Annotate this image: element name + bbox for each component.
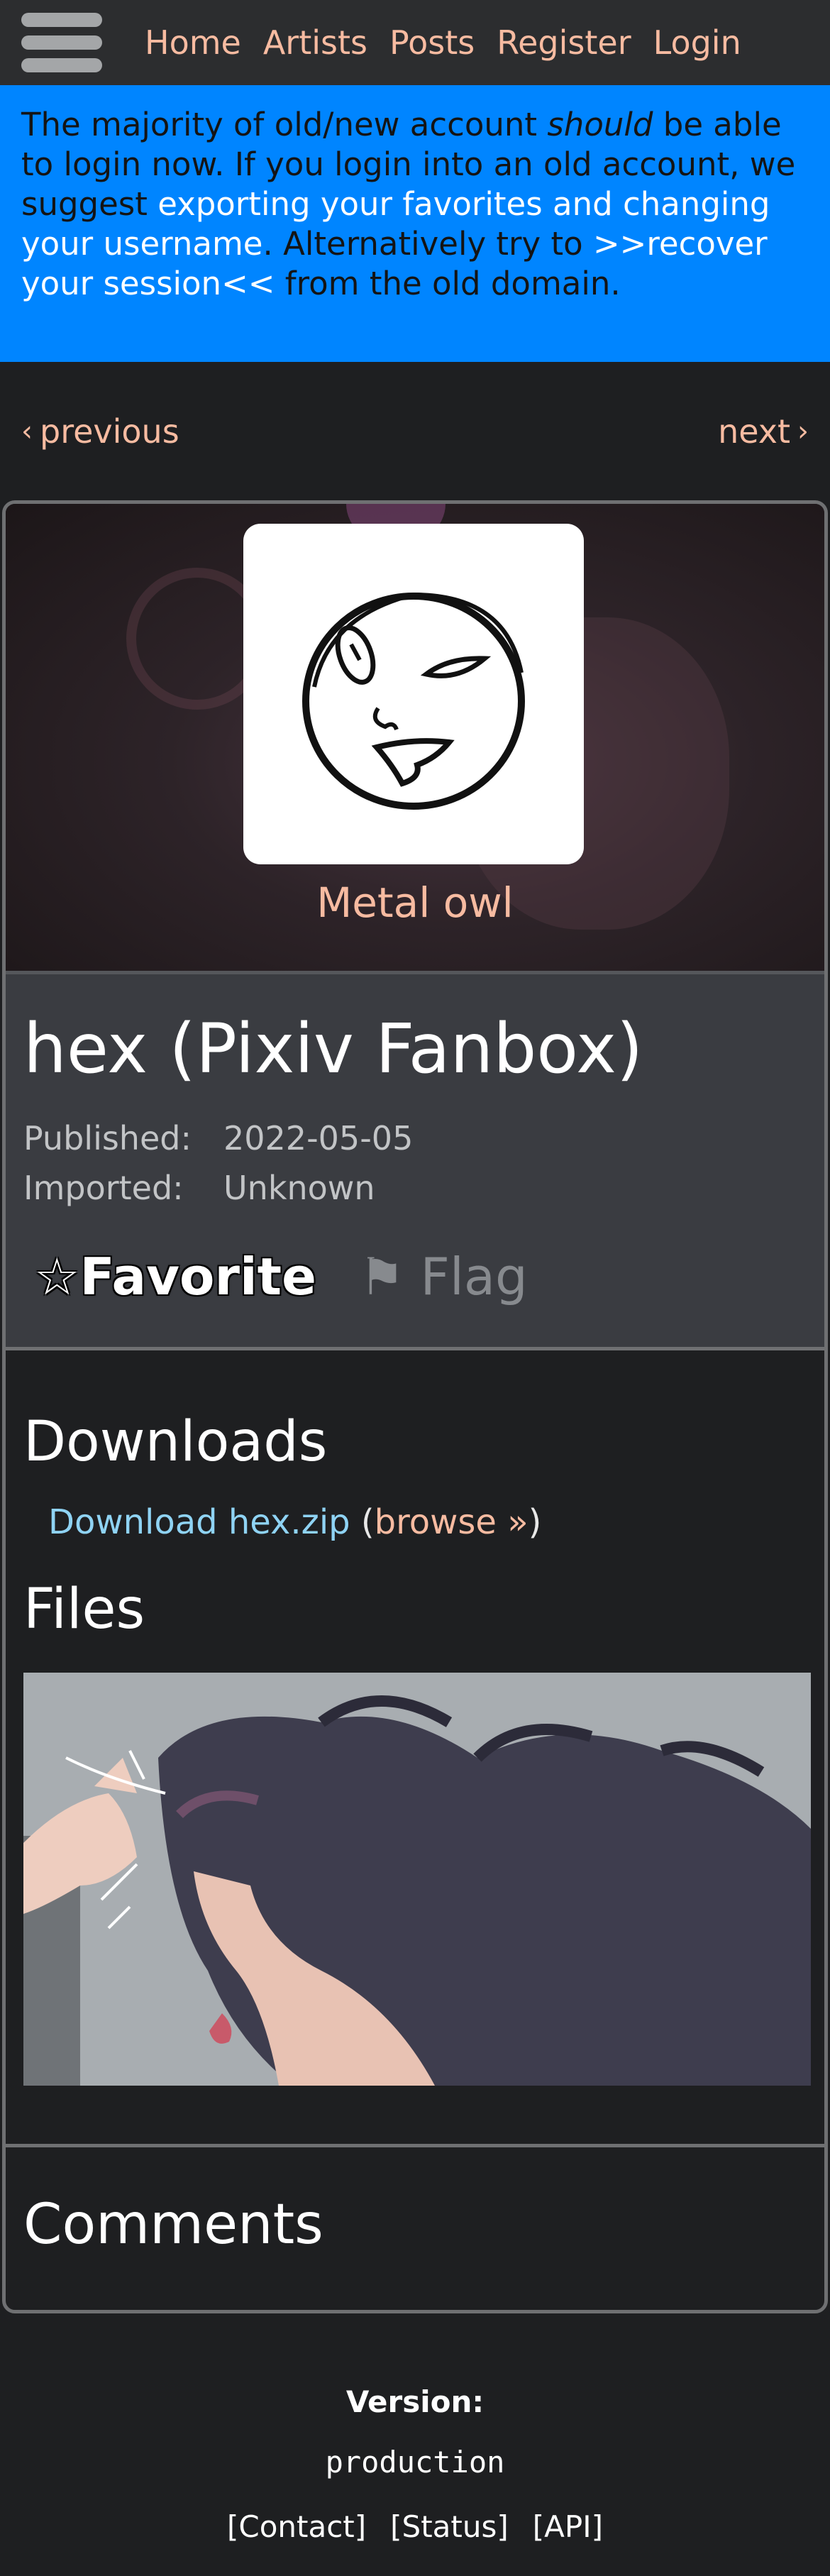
hamburger-bar [21, 35, 102, 50]
next-label: next [718, 412, 790, 451]
hamburger-menu-icon[interactable] [21, 11, 102, 74]
download-item: Download hex.zip (browse ») [23, 1505, 807, 1539]
artist-name-link[interactable]: Metal owl [6, 879, 824, 927]
browse-archive-link[interactable]: browse » [375, 1502, 529, 1542]
imported-label: Imported: [23, 1168, 184, 1207]
version-label: Version: [345, 2384, 485, 2419]
artist-avatar[interactable] [243, 524, 584, 864]
previous-label: previous [40, 412, 179, 451]
flag-button[interactable]: ⚑ Flag [359, 1247, 528, 1306]
footer-status-link[interactable]: [Status] [390, 2509, 509, 2544]
announcement-text: from the old domain. [275, 265, 621, 302]
announcement-text: . Alternatively try to [262, 225, 593, 263]
nav-link-artists[interactable]: Artists [263, 26, 367, 59]
chevron-left-icon: ‹ [21, 414, 33, 448]
nav-link-home[interactable]: Home [145, 26, 241, 59]
flag-label: Flag [420, 1246, 528, 1306]
footer-api-link[interactable]: [API] [533, 2509, 603, 2544]
announcement-text: The majority of old/new account [21, 106, 548, 143]
announcement-emphasis: should [547, 106, 653, 143]
post-image-artwork [23, 1673, 811, 2086]
favorite-label: Favorite [79, 1246, 316, 1306]
comments-section: Comments [6, 2147, 824, 2252]
flag-icon: ⚑ [358, 1246, 405, 1306]
imported-row: Imported: Unknown [23, 1163, 807, 1213]
post-title: hex (Pixiv Fanbox) [23, 1009, 643, 1089]
post-pager: ‹ previous next › [0, 362, 830, 500]
files-heading: Files [23, 1578, 145, 1641]
post-info: hex (Pixiv Fanbox) Published: 2022-05-05… [6, 971, 824, 1350]
hamburger-bar [21, 58, 102, 72]
published-label: Published: [23, 1118, 192, 1157]
site-footer: Version: production [Contact] [Status] [… [0, 2313, 830, 2544]
post-file-image[interactable] [23, 1673, 811, 2086]
post-body: Downloads Download hex.zip (browse ») Fi… [6, 1350, 824, 2147]
announcement-banner: The majority of old/new account should b… [0, 85, 830, 362]
star-icon: ☆ [34, 1246, 80, 1306]
imported-date: Unknown [223, 1168, 375, 1207]
downloads-heading: Downloads [23, 1410, 328, 1474]
post-meta: Published: 2022-05-05 Imported: Unknown [23, 1113, 807, 1213]
paren-open: ( [360, 1502, 375, 1542]
post-card: Metal owl hex (Pixiv Fanbox) Published: … [2, 500, 828, 2313]
nav-link-posts[interactable]: Posts [389, 26, 475, 59]
paren-close: ) [528, 1502, 542, 1542]
hamburger-bar [21, 13, 102, 27]
post-actions: ☆ Favorite ⚑ Flag [23, 1247, 807, 1306]
download-zip-link[interactable]: Download hex.zip [48, 1502, 350, 1542]
top-navigation: Home Artists Posts Register Login [0, 0, 830, 85]
previous-post-link[interactable]: ‹ previous [21, 412, 179, 451]
nav-links: Home Artists Posts Register Login [145, 26, 741, 59]
published-date: 2022-05-05 [223, 1118, 414, 1157]
footer-links: [Contact] [Status] [API] [0, 2509, 830, 2544]
favorite-button[interactable]: ☆ Favorite [34, 1247, 316, 1306]
nav-link-login[interactable]: Login [653, 26, 741, 59]
nav-link-register[interactable]: Register [497, 26, 631, 59]
published-row: Published: 2022-05-05 [23, 1113, 807, 1163]
footer-contact-link[interactable]: [Contact] [227, 2509, 366, 2544]
version-value: production [325, 2445, 505, 2479]
next-post-link[interactable]: next › [718, 412, 809, 451]
chevron-right-icon: › [797, 414, 809, 448]
comments-heading: Comments [23, 2193, 323, 2257]
artist-banner: Metal owl [6, 504, 824, 971]
avatar-face-drawing [302, 592, 525, 810]
